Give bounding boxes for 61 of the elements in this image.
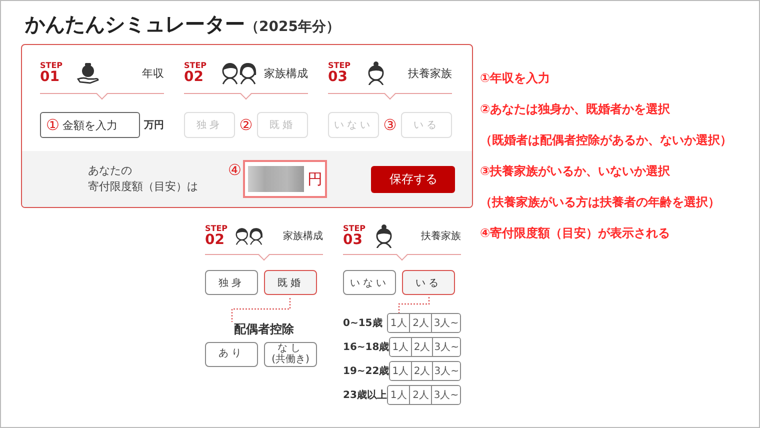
step-label: STEP [205,225,229,233]
title-year: （2025年分） [245,18,340,36]
step-marker: ① [46,116,60,134]
step-title: 扶養家族 [421,230,461,243]
section-heading: 配偶者控除 [233,321,295,338]
step-title: 扶養家族 [408,66,452,80]
step-number: 03 [343,233,364,247]
two-people-icon [220,61,258,85]
age-label: 19~22歳 [343,364,390,378]
income-field[interactable]: ① 金額を入力 [40,112,140,138]
dotted-connector [398,296,430,316]
count-option[interactable]: 2人 [409,314,432,332]
step-marker: ② [239,116,253,134]
count-option[interactable]: 3人~ [431,386,460,404]
step-number: 02 [184,70,204,84]
currency-unit: 円 [307,170,322,188]
step-label: STEP [184,62,208,70]
save-button[interactable]: 保存する [371,166,456,192]
instruction-text: ③扶養家族がいるか、いないか選択 [480,163,672,180]
count-option[interactable]: 3人~ [432,338,460,356]
count-option[interactable]: 2人 [410,362,432,380]
money-bag-on-hand-icon [76,61,100,85]
step-number: 03 [328,70,348,84]
step-title: 家族構成 [283,230,323,243]
placeholder-text: 金額を入力 [62,118,118,132]
age-label: 16~18歳 [343,340,390,354]
step-label: STEP [40,62,64,70]
option-button[interactable]: 独身 [205,270,258,295]
instruction-text: （既婚者は配偶者控除があるか、ないか選択） [480,132,732,149]
count-option[interactable]: 1人 [390,362,411,380]
step-title: 年収 [142,66,164,80]
instruction-text: ②あなたは独身か、既婚者かを選択 [480,101,672,118]
count-option[interactable]: 2人 [410,338,432,356]
blurred-value [248,166,304,192]
instruction-text: ④寄付限度額（目安）が表示される [480,225,672,242]
step-marker: ④ [228,161,242,179]
option-button[interactable]: なし (共働き) [264,342,317,367]
dotted-connector [231,297,291,323]
option-button[interactable]: いる [402,270,455,295]
instruction-text: （扶養家族がいる方は扶養者の年齢を選択） [480,194,721,211]
count-option[interactable]: 3人~ [431,314,460,332]
option-button[interactable]: あり [205,342,258,367]
option-button[interactable]: 既婚 [264,270,317,295]
count-option[interactable]: 1人 [388,314,410,332]
count-option[interactable]: 1人 [390,338,411,356]
page-title: かんたんシミュレーター [25,11,245,38]
count-option[interactable]: 3人~ [432,362,460,380]
step-title: 家族構成 [264,66,308,80]
option-button[interactable]: いない [343,270,396,295]
step-label: STEP [343,225,367,233]
step-label: STEP [328,62,352,70]
step-marker: ③ [383,116,397,134]
age-label: 23歳以上 [343,388,387,402]
age-label: 0~15歳 [343,316,382,330]
step-number: 02 [205,233,226,247]
step-number: 01 [40,70,60,84]
count-option[interactable]: 2人 [409,386,432,404]
result-label: あなたの 寄付限度額（目安）は [88,162,199,195]
count-option[interactable]: 1人 [388,386,410,404]
unit-label: 万円 [144,119,164,132]
instruction-text: ①年収を入力 [480,70,552,87]
